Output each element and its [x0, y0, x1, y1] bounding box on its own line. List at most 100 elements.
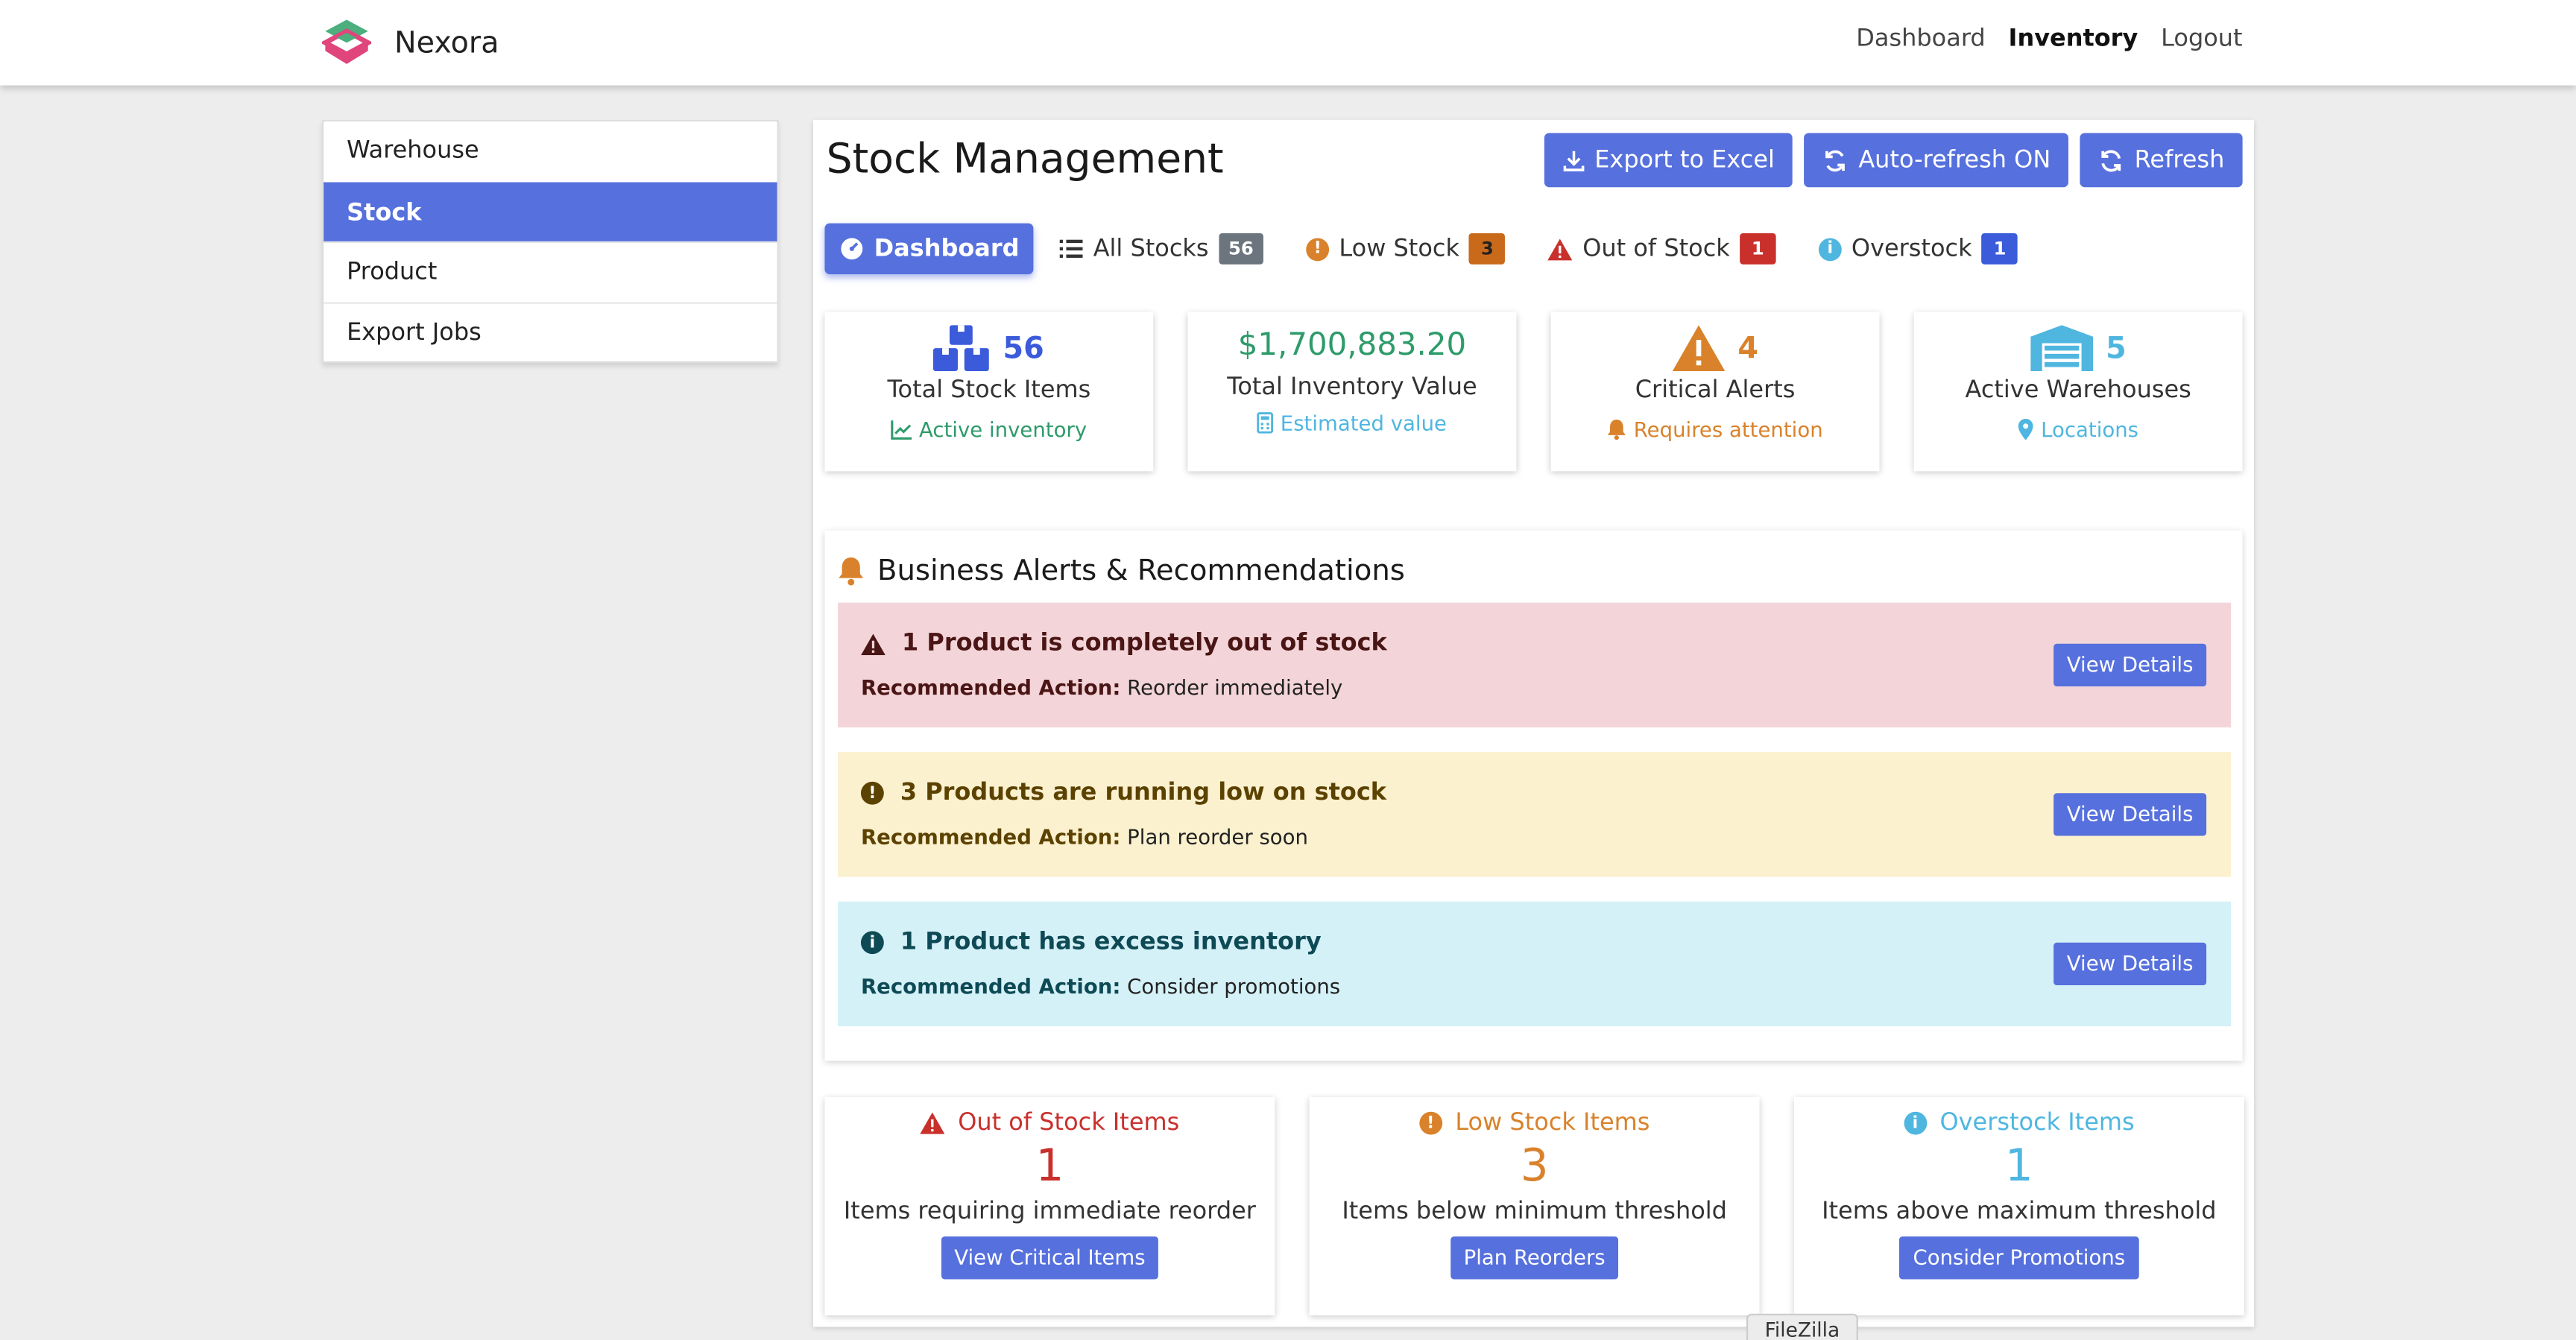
alert-title-text: 1 Product has excess inventory	[900, 929, 1322, 956]
toolbar: Export to Excel Auto-refresh ON Refresh	[1543, 133, 2243, 188]
alert-overstock: i 1 Product has excess inventory Recomme…	[838, 901, 2232, 1027]
tab-dashboard[interactable]: Dashboard	[824, 223, 1035, 274]
low-stock-count-badge: 3	[1469, 233, 1506, 265]
stat-card-critical-alerts: 4 Critical Alerts Requires attention	[1550, 312, 1880, 472]
refresh-icon	[2101, 149, 2121, 171]
tab-out-of-stock-label: Out of Stock	[1582, 236, 1730, 262]
critical-alerts-value: 4	[1737, 330, 1758, 366]
alert-title: ! 3 Products are running low on stock	[860, 780, 1387, 806]
critical-alerts-label: Critical Alerts	[1635, 377, 1796, 405]
total-stock-sub: Active inventory	[824, 417, 1153, 442]
total-stock-sub-label: Active inventory	[919, 417, 1087, 442]
summary-description: Items above maximum threshold	[1822, 1198, 2217, 1225]
summary-title: i Overstock Items	[1794, 1110, 2244, 1137]
alert-title: 1 Product is completely out of stock	[861, 631, 1387, 657]
alert-recommendation: Recommended Action: Reorder immediately	[861, 675, 1342, 700]
summary-count: 1	[1035, 1141, 1064, 1192]
sidebar-item-product[interactable]: Product	[323, 241, 777, 301]
taskbar-tooltip: FileZilla	[1746, 1313, 1858, 1340]
consider-promotions-button[interactable]: Consider Promotions	[1899, 1236, 2138, 1280]
alert-title-text: 1 Product is completely out of stock	[902, 631, 1387, 657]
summary-card-overstock: i Overstock Items 1 Items above maximum …	[1793, 1096, 2244, 1315]
line-chart-icon	[891, 419, 913, 439]
alert-title: i 1 Product has excess inventory	[860, 929, 1322, 956]
gauge-icon	[841, 238, 863, 260]
summary-cards: Out of Stock Items 1 Items requiring imm…	[824, 1096, 2244, 1315]
alert-recommendation: Recommended Action: Consider promotions	[861, 974, 1340, 999]
brand[interactable]: Nexora	[322, 18, 499, 67]
total-stock-label: Total Stock Items	[887, 377, 1091, 405]
exclamation-circle-icon: !	[860, 781, 884, 805]
list-icon	[1060, 239, 1084, 258]
nav-inventory-link[interactable]: Inventory	[2009, 26, 2138, 52]
tab-low-stock-label: Low Stock	[1339, 236, 1459, 262]
sidebar-item-stock[interactable]: Stock	[323, 181, 777, 241]
top-nav-links: Dashboard Inventory Logout	[1856, 26, 2242, 52]
summary-card-low-stock: ! Low Stock Items 3 Items below minimum …	[1309, 1096, 1760, 1315]
view-details-button[interactable]: View Details	[2053, 942, 2207, 986]
out-of-stock-count-badge: 1	[1740, 233, 1776, 265]
tab-overstock[interactable]: i Overstock 1	[1818, 233, 2018, 265]
recommended-action-label: Recommended Action:	[860, 674, 1121, 700]
auto-refresh-button[interactable]: Auto-refresh ON	[1804, 133, 2069, 188]
stat-card-total-stock: 56 Total Stock Items Active inventory	[824, 312, 1154, 472]
recommended-action-text: Reorder immediately	[1127, 674, 1343, 700]
calculator-icon	[1257, 412, 1274, 434]
business-alerts-panel: Business Alerts & Recommendations 1 Prod…	[824, 530, 2243, 1061]
inventory-value-sub-label: Estimated value	[1280, 410, 1447, 435]
refresh-button[interactable]: Refresh	[2080, 133, 2243, 188]
download-icon	[1562, 150, 1584, 171]
view-critical-items-button[interactable]: View Critical Items	[941, 1236, 1159, 1280]
export-excel-label: Export to Excel	[1594, 147, 1775, 174]
map-pin-icon	[2018, 418, 2034, 440]
view-details-button[interactable]: View Details	[2053, 643, 2207, 687]
summary-title-text: Out of Stock Items	[958, 1110, 1180, 1137]
info-circle-icon: i	[1818, 237, 1842, 261]
plan-reorders-button[interactable]: Plan Reorders	[1450, 1236, 1619, 1280]
tab-all-stocks[interactable]: All Stocks 56	[1060, 233, 1264, 265]
overstock-count-badge: 1	[1981, 233, 2018, 265]
all-stocks-count-badge: 56	[1218, 233, 1264, 265]
view-details-button[interactable]: View Details	[2053, 793, 2207, 836]
stat-card-warehouses: 5 Active Warehouses Locations	[1913, 312, 2243, 472]
alerts-heading-text: Business Alerts & Recommendations	[877, 554, 1405, 588]
summary-description: Items below minimum threshold	[1342, 1198, 1727, 1225]
inventory-value-sub: Estimated value	[1188, 411, 1517, 435]
sidebar-item-warehouse[interactable]: Warehouse	[323, 121, 777, 181]
warning-triangle-icon	[920, 1112, 945, 1134]
summary-title-text: Low Stock Items	[1455, 1110, 1650, 1137]
alert-title-text: 3 Products are running low on stock	[900, 780, 1387, 806]
summary-card-out-of-stock: Out of Stock Items 1 Items requiring imm…	[824, 1096, 1275, 1315]
nav-logout-link[interactable]: Logout	[2161, 26, 2242, 52]
summary-count: 1	[2004, 1141, 2033, 1192]
warehouses-sub: Locations	[1914, 417, 2243, 442]
warning-triangle-icon	[861, 633, 886, 655]
top-navbar: Nexora Dashboard Inventory Logout	[0, 0, 2576, 86]
tab-low-stock[interactable]: ! Low Stock 3	[1306, 233, 1506, 265]
summary-title: Out of Stock Items	[824, 1110, 1275, 1137]
inventory-value: $1,700,883.20	[1237, 326, 1467, 363]
tab-dashboard-label: Dashboard	[874, 236, 1020, 262]
summary-count: 3	[1520, 1141, 1549, 1192]
export-excel-button[interactable]: Export to Excel	[1543, 133, 1793, 188]
warning-triangle-icon	[1672, 325, 1725, 371]
tab-out-of-stock[interactable]: Out of Stock 1	[1547, 233, 1776, 265]
tab-overstock-label: Overstock	[1851, 236, 1972, 262]
logo-icon	[322, 19, 372, 64]
sidebar: Warehouse Stock Product Export Jobs	[322, 119, 779, 363]
summary-title-text: Overstock Items	[1939, 1110, 2135, 1137]
sidebar-item-export-jobs[interactable]: Export Jobs	[323, 301, 777, 361]
stat-cards: 56 Total Stock Items Active inventory $1…	[824, 312, 2243, 472]
warehouses-sub-label: Locations	[2041, 417, 2139, 442]
brand-name: Nexora	[394, 25, 499, 60]
critical-alerts-sub: Requires attention	[1551, 417, 1880, 442]
recommended-action-text: Consider promotions	[1127, 973, 1341, 999]
refresh-label: Refresh	[2134, 147, 2225, 174]
nav-dashboard-link[interactable]: Dashboard	[1856, 26, 1985, 52]
inventory-value-label: Total Inventory Value	[1227, 374, 1477, 401]
recommended-action-label: Recommended Action:	[860, 824, 1121, 850]
stock-tabs: Dashboard All Stocks 56 ! Low Stock 3 Ou…	[824, 223, 2060, 274]
warning-triangle-icon	[1547, 238, 1573, 260]
recommended-action-label: Recommended Action:	[860, 973, 1121, 999]
alert-recommendation: Recommended Action: Plan reorder soon	[861, 824, 1308, 849]
